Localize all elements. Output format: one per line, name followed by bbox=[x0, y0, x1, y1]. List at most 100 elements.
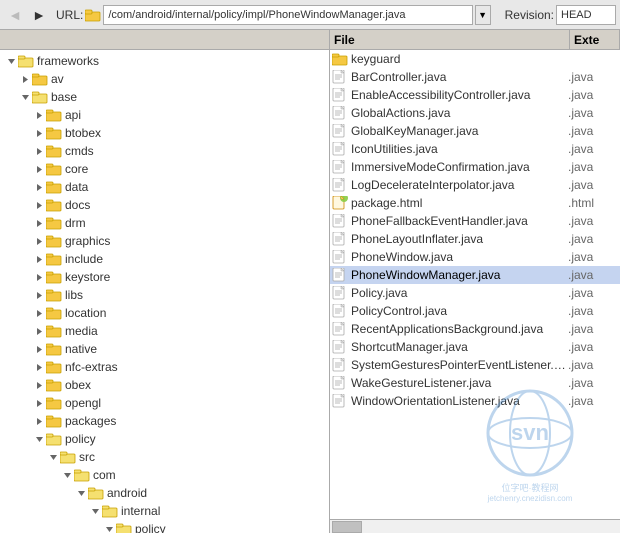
revision-input[interactable] bbox=[556, 5, 616, 25]
tree-item[interactable]: btobex bbox=[0, 124, 329, 142]
file-row[interactable]: ImmersiveModeConfirmation.java.java bbox=[330, 158, 620, 176]
file-name: PhoneWindowManager.java bbox=[351, 268, 568, 282]
tree-item[interactable]: com bbox=[0, 466, 329, 484]
file-row[interactable]: RecentApplicationsBackground.java.java bbox=[330, 320, 620, 338]
file-row[interactable]: LogDecelerateInterpolator.java.java bbox=[330, 176, 620, 194]
file-name: IconUtilities.java bbox=[351, 142, 568, 156]
tree-item[interactable]: cmds bbox=[0, 142, 329, 160]
tree-item[interactable]: policy bbox=[0, 520, 329, 533]
tree-toggle[interactable] bbox=[32, 180, 46, 194]
file-col-ext-header: Exte bbox=[570, 30, 620, 49]
file-name: LogDecelerateInterpolator.java bbox=[351, 178, 568, 192]
tree-item[interactable]: base bbox=[0, 88, 329, 106]
tree-item[interactable]: libs bbox=[0, 286, 329, 304]
file-ext: .java bbox=[568, 232, 618, 246]
folder-icon bbox=[88, 486, 104, 500]
tree-item[interactable]: packages bbox=[0, 412, 329, 430]
folder-icon bbox=[46, 288, 62, 302]
tree-item[interactable]: frameworks bbox=[0, 52, 329, 70]
tree-toggle[interactable] bbox=[32, 288, 46, 302]
url-input[interactable] bbox=[103, 5, 472, 25]
file-name: GlobalActions.java bbox=[351, 106, 568, 120]
file-icon bbox=[332, 214, 348, 228]
file-row[interactable]: Policy.java.java bbox=[330, 284, 620, 302]
tree-item[interactable]: opengl bbox=[0, 394, 329, 412]
file-row[interactable]: IconUtilities.java.java bbox=[330, 140, 620, 158]
file-name: WindowOrientationListener.java bbox=[351, 394, 568, 408]
tree-toggle[interactable] bbox=[32, 234, 46, 248]
file-row[interactable]: PhoneFallbackEventHandler.java.java bbox=[330, 212, 620, 230]
tree-toggle[interactable] bbox=[32, 324, 46, 338]
file-row[interactable]: keyguard bbox=[330, 50, 620, 68]
tree-toggle[interactable] bbox=[32, 360, 46, 374]
tree-toggle[interactable] bbox=[88, 504, 102, 518]
tree-item[interactable]: location bbox=[0, 304, 329, 322]
file-row[interactable]: WakeGestureListener.java.java bbox=[330, 374, 620, 392]
tree-toggle[interactable] bbox=[32, 126, 46, 140]
tree-item-label: av bbox=[51, 72, 64, 86]
tree-item[interactable]: nfc-extras bbox=[0, 358, 329, 376]
tree-item[interactable]: android bbox=[0, 484, 329, 502]
file-row[interactable]: GlobalActions.java.java bbox=[330, 104, 620, 122]
tree-toggle[interactable] bbox=[32, 378, 46, 392]
tree-toggle[interactable] bbox=[32, 306, 46, 320]
tree-toggle[interactable] bbox=[32, 144, 46, 158]
tree-toggle[interactable] bbox=[32, 414, 46, 428]
file-row[interactable]: BarController.java.java bbox=[330, 68, 620, 86]
file-ext: .java bbox=[568, 394, 618, 408]
tree-content[interactable]: frameworks av base api btobex cmds core … bbox=[0, 50, 329, 533]
tree-toggle[interactable] bbox=[32, 342, 46, 356]
tree-item[interactable]: drm bbox=[0, 214, 329, 232]
tree-item[interactable]: av bbox=[0, 70, 329, 88]
forward-button[interactable]: ► bbox=[28, 4, 50, 26]
tree-toggle[interactable] bbox=[32, 432, 46, 446]
tree-toggle[interactable] bbox=[32, 216, 46, 230]
tree-item[interactable]: media bbox=[0, 322, 329, 340]
tree-item[interactable]: graphics bbox=[0, 232, 329, 250]
tree-toggle[interactable] bbox=[32, 198, 46, 212]
tree-item[interactable]: internal bbox=[0, 502, 329, 520]
tree-toggle[interactable] bbox=[32, 162, 46, 176]
file-row[interactable]: ShortcutManager.java.java bbox=[330, 338, 620, 356]
tree-item[interactable]: api bbox=[0, 106, 329, 124]
tree-item[interactable]: docs bbox=[0, 196, 329, 214]
file-row[interactable]: WindowOrientationListener.java.java bbox=[330, 392, 620, 410]
tree-toggle[interactable] bbox=[32, 270, 46, 284]
tree-toggle[interactable] bbox=[60, 468, 74, 482]
file-icon bbox=[332, 106, 348, 120]
tree-item[interactable]: keystore bbox=[0, 268, 329, 286]
tree-toggle[interactable] bbox=[4, 54, 18, 68]
file-row[interactable]: GlobalKeyManager.java.java bbox=[330, 122, 620, 140]
tree-toggle[interactable] bbox=[32, 396, 46, 410]
file-row[interactable]: PhoneWindow.java.java bbox=[330, 248, 620, 266]
file-icon bbox=[332, 52, 348, 66]
tree-item[interactable]: include bbox=[0, 250, 329, 268]
url-dropdown-button[interactable]: ▼ bbox=[475, 5, 491, 25]
file-row[interactable]: SystemGesturesPointerEventListener.java.… bbox=[330, 356, 620, 374]
file-ext: .java bbox=[568, 70, 618, 84]
tree-item[interactable]: obex bbox=[0, 376, 329, 394]
tree-toggle[interactable] bbox=[18, 90, 32, 104]
file-row[interactable]: PhoneWindowManager.java.java bbox=[330, 266, 620, 284]
file-name: PolicyControl.java bbox=[351, 304, 568, 318]
tree-item[interactable]: data bbox=[0, 178, 329, 196]
tree-item[interactable]: policy bbox=[0, 430, 329, 448]
file-list[interactable]: keyguard BarController.java.java EnableA… bbox=[330, 50, 620, 519]
tree-toggle[interactable] bbox=[18, 72, 32, 86]
tree-item[interactable]: native bbox=[0, 340, 329, 358]
tree-item-label: location bbox=[65, 306, 106, 320]
file-row[interactable]: EnableAccessibilityController.java.java bbox=[330, 86, 620, 104]
back-button[interactable]: ◄ bbox=[4, 4, 26, 26]
file-ext: .java bbox=[568, 304, 618, 318]
tree-toggle[interactable] bbox=[32, 252, 46, 266]
tree-item[interactable]: src bbox=[0, 448, 329, 466]
tree-toggle[interactable] bbox=[102, 522, 116, 533]
tree-item[interactable]: core bbox=[0, 160, 329, 178]
file-row[interactable]: PhoneLayoutInflater.java.java bbox=[330, 230, 620, 248]
tree-toggle[interactable] bbox=[46, 450, 60, 464]
file-row[interactable]: package.html.html bbox=[330, 194, 620, 212]
file-row[interactable]: PolicyControl.java.java bbox=[330, 302, 620, 320]
horizontal-scrollbar[interactable] bbox=[330, 519, 620, 533]
tree-toggle[interactable] bbox=[32, 108, 46, 122]
tree-toggle[interactable] bbox=[74, 486, 88, 500]
